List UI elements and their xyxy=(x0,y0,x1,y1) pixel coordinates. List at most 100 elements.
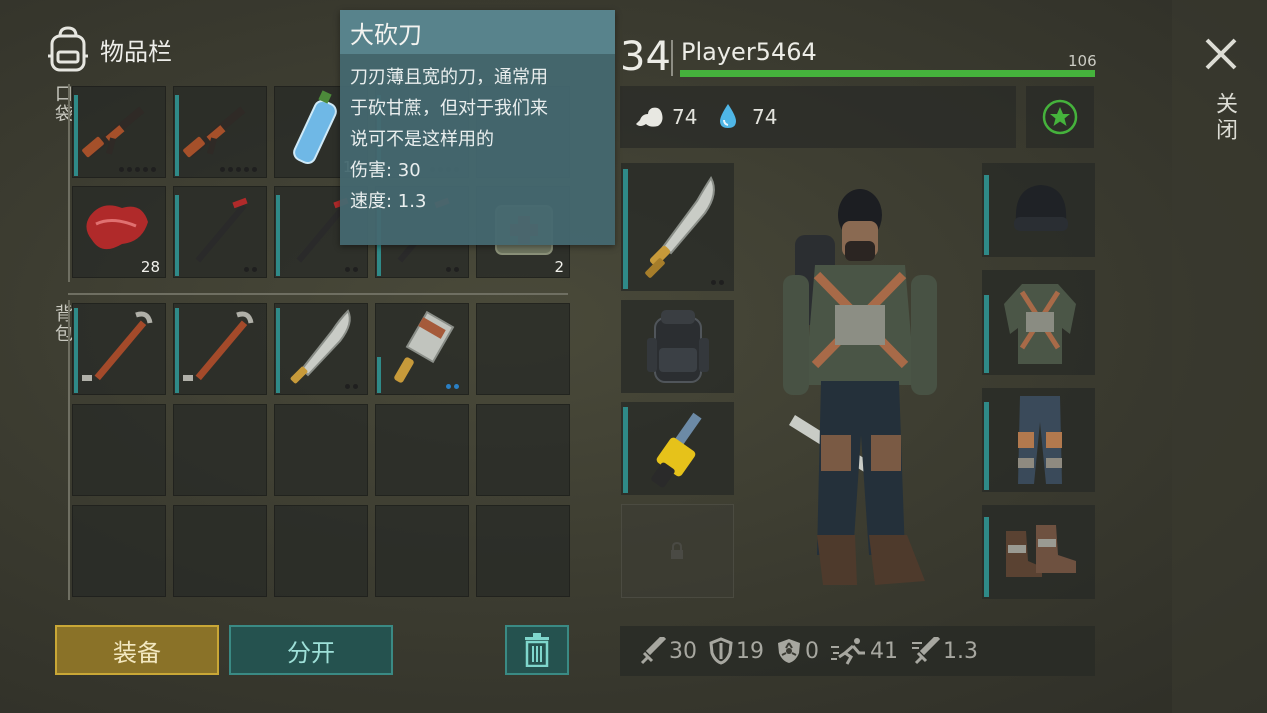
close-icon xyxy=(1205,38,1237,70)
xp-bar xyxy=(680,70,1095,77)
trash-icon xyxy=(525,633,549,667)
red-crowbar-icon xyxy=(183,311,254,381)
machete-icon xyxy=(645,176,715,278)
durability-bar xyxy=(984,175,989,255)
character-knee-pad-left xyxy=(821,435,851,471)
lock-icon xyxy=(671,542,683,559)
inventory-slot[interactable] xyxy=(173,505,267,597)
pockets-divider xyxy=(68,84,70,282)
inventory-slot[interactable] xyxy=(72,303,166,395)
beanie-hat-icon xyxy=(1014,185,1068,231)
inventory-slot[interactable] xyxy=(72,404,166,496)
character-left-arm xyxy=(783,275,809,395)
inventory-slot[interactable] xyxy=(274,505,368,597)
ak47-rifle-icon xyxy=(82,106,145,158)
quality-dots xyxy=(220,167,257,172)
inventory-header: 物品栏 xyxy=(46,26,172,72)
machete-icon xyxy=(290,309,351,384)
character-right-boot xyxy=(869,535,925,585)
defense-stat: 19 xyxy=(709,637,764,665)
trash-button[interactable] xyxy=(505,625,569,675)
quality-dots xyxy=(446,384,459,389)
defense-value: 19 xyxy=(736,638,764,664)
quality-dots xyxy=(711,280,724,285)
boots-icon xyxy=(1006,525,1076,577)
split-button[interactable]: 分开 xyxy=(229,625,393,675)
durability-bar xyxy=(984,517,989,597)
radiation-stat: 0 xyxy=(776,637,819,665)
quality-dots xyxy=(345,384,358,389)
player-name: Player5464 xyxy=(681,38,817,66)
item-tooltip: 大砍刀 刀刃薄且宽的刀，通常用 于砍甘蔗，但对于我们来 说可不是这样用的 伤害:… xyxy=(340,10,615,245)
inventory-slot[interactable] xyxy=(72,86,166,178)
close-button[interactable] xyxy=(1203,36,1239,72)
backpack-icon xyxy=(48,26,88,72)
crowbar-icon xyxy=(195,197,248,263)
durability-bar xyxy=(984,402,989,490)
attack-speed-stat: 1.3 xyxy=(910,637,978,665)
water-drop-icon xyxy=(720,104,736,128)
character-beard xyxy=(845,241,875,261)
inventory-slot[interactable] xyxy=(173,404,267,496)
durability-bar xyxy=(623,407,628,493)
tool-slot[interactable] xyxy=(621,402,734,495)
equip-button[interactable]: 装备 xyxy=(55,625,219,675)
locked-slot xyxy=(621,504,734,598)
quality-dots xyxy=(446,267,459,272)
inventory-slot[interactable] xyxy=(173,303,267,395)
durability-bar xyxy=(984,295,989,373)
inventory-slot[interactable] xyxy=(375,404,469,496)
inventory-slot[interactable] xyxy=(476,303,570,395)
inventory-slot[interactable]: 28 xyxy=(72,186,166,278)
ak47-rifle-icon xyxy=(183,106,246,158)
favorite-button[interactable] xyxy=(1026,86,1094,148)
speed-stat: 41 xyxy=(831,637,898,665)
radiation-value: 0 xyxy=(805,638,819,664)
tooltip-speed: 速度: 1.3 xyxy=(350,191,427,212)
head-slot[interactable] xyxy=(982,163,1095,257)
inventory-slot[interactable] xyxy=(173,186,267,278)
quality-dots xyxy=(119,167,156,172)
inventory-slot[interactable] xyxy=(173,86,267,178)
inventory-slot[interactable] xyxy=(274,303,368,395)
durability-bar xyxy=(623,169,628,289)
tooltip-description: 刀刃薄且宽的刀，通常用 于砍甘蔗，但对于我们来 说可不是这样用的 xyxy=(350,67,548,150)
section-divider xyxy=(68,293,568,295)
stomach-icon xyxy=(636,107,663,127)
backpack-slot[interactable] xyxy=(621,300,734,393)
red-crowbar-icon xyxy=(82,311,153,381)
star-badge-icon xyxy=(1042,99,1078,135)
xp-fill xyxy=(680,70,1095,77)
legs-slot[interactable] xyxy=(982,388,1095,492)
inventory-slot[interactable] xyxy=(476,404,570,496)
vitals-panel: 74 74 xyxy=(620,86,1016,148)
xp-max: 106 xyxy=(1068,52,1097,70)
tooltip-title: 大砍刀 xyxy=(340,10,615,54)
tooltip-damage: 伤害: 30 xyxy=(350,160,421,181)
inventory-slot[interactable] xyxy=(274,404,368,496)
shield-icon xyxy=(709,637,733,665)
item-count: 2 xyxy=(554,258,564,276)
level-divider xyxy=(671,40,673,76)
sword-icon xyxy=(640,637,666,665)
weapon-slot[interactable] xyxy=(621,163,734,291)
stats-bar: 30 19 0 41 1.3 xyxy=(620,626,1095,676)
inventory-slot[interactable] xyxy=(476,505,570,597)
character-left-boot xyxy=(817,535,857,585)
item-count: 28 xyxy=(140,258,160,276)
inventory-slot[interactable] xyxy=(375,303,469,395)
water-value: 74 xyxy=(752,105,778,129)
quality-dots xyxy=(244,267,257,272)
radiation-shield-icon xyxy=(778,639,800,663)
inventory-slot[interactable] xyxy=(375,505,469,597)
close-label[interactable]: 关闭 xyxy=(1208,92,1240,144)
inventory-slot[interactable] xyxy=(72,505,166,597)
backpack-icon xyxy=(647,310,709,383)
armored-pants-icon xyxy=(1018,396,1062,484)
running-icon xyxy=(831,638,865,665)
attack-speed-value: 1.3 xyxy=(943,638,978,664)
body-slot[interactable] xyxy=(982,270,1095,375)
backpack-divider xyxy=(68,300,70,600)
character-right-arm xyxy=(911,275,937,395)
feet-slot[interactable] xyxy=(982,505,1095,599)
